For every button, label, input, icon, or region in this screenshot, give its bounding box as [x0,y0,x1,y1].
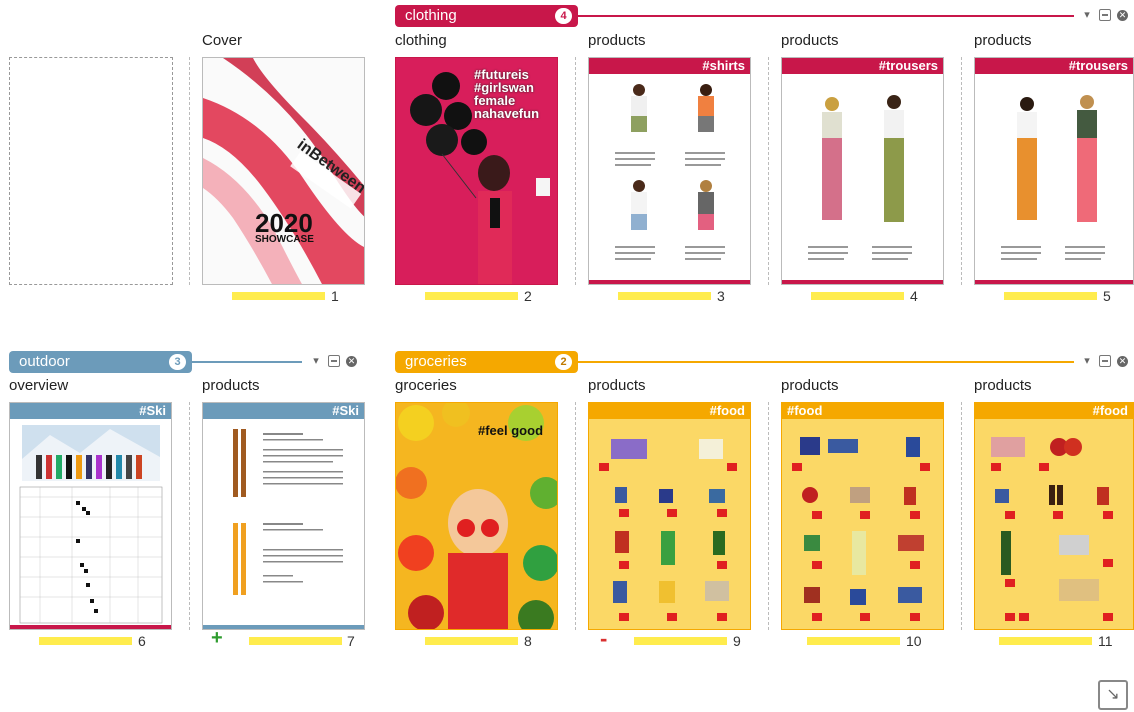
group-label: outdoor [19,353,70,370]
group-controls: ▾ ✕ [310,355,357,367]
page-progress-bar [1004,292,1097,300]
page-label: products [781,32,839,49]
group-line [578,361,1074,363]
food-grid [589,419,750,629]
close-icon[interactable]: ✕ [1117,9,1128,21]
page-number: 7 [347,633,355,649]
page-label: products [974,32,1032,49]
group-controls: ▾ ✕ [1081,355,1128,367]
page-label: products [588,377,646,394]
page-number: 5 [1103,288,1111,304]
group-pill-groceries[interactable]: groceries 2 [395,351,578,373]
shirts-grid [589,84,750,284]
cover-subtitle: SHOWCASE [255,234,314,245]
paint-bucket-icon[interactable]: ▾ [1081,355,1093,367]
expand-icon[interactable]: ↘ [1098,680,1128,710]
page-header-tag: #shirts [589,58,750,74]
page-divider [768,402,769,630]
group-pill-clothing[interactable]: clothing 4 [395,5,578,27]
paint-bucket-icon[interactable]: ▾ [1081,9,1093,21]
page-label: products [781,377,839,394]
group-line [578,15,1074,17]
page-divider [575,57,576,285]
page-number: 10 [906,633,922,649]
page-thumbnail-overview[interactable]: #Ski [9,402,172,630]
page-number: 1 [331,288,339,304]
page-number: 6 [138,633,146,649]
collapse-icon[interactable] [328,355,340,367]
page-thumbnail-products[interactable]: #food [781,402,944,630]
page-progress-bar [232,292,325,300]
group-count-badge: 3 [169,354,186,370]
page-progress-bar [39,637,132,645]
collapse-icon[interactable] [1099,9,1111,21]
page-label: products [974,377,1032,394]
food-grid [782,419,943,629]
page-divider [189,57,190,285]
close-icon[interactable]: ✕ [1117,355,1128,367]
page-number: 2 [524,288,532,304]
page-header-tag: #Ski [203,403,364,419]
page-label: clothing [395,32,447,49]
page-divider [961,402,962,630]
page-progress-bar [249,637,342,645]
page-progress-bar [425,637,518,645]
group-pill-outdoor[interactable]: outdoor 3 [9,351,192,373]
page-thumbnail-cover[interactable]: inBetween 2020 SHOWCASE [202,57,365,285]
paint-bucket-icon[interactable]: ▾ [310,355,322,367]
page-number: 11 [1098,633,1113,649]
page-thumbnail-products[interactable]: #shirts [588,57,751,285]
page-divider [768,57,769,285]
page-header-tag: #Ski [10,403,171,419]
group-label: clothing [405,7,457,24]
page-header-tag: #trousers [782,58,943,74]
page-progress-bar [618,292,711,300]
remove-page-button[interactable]: - [600,626,607,652]
page-header-tag: #food [589,403,750,419]
page-thumbnail-products[interactable]: #trousers [781,57,944,285]
page-progress-bar [999,637,1092,645]
group-label: groceries [405,353,467,370]
page-progress-bar [634,637,727,645]
page-thumbnail-products[interactable]: #trousers [974,57,1134,285]
page-number: 3 [717,288,725,304]
page-label: overview [9,377,69,394]
page-number: 4 [910,288,918,304]
page-label: groceries [395,377,457,394]
group-controls: ▾ ✕ [1081,9,1128,21]
collapse-icon[interactable] [1099,355,1111,367]
page-divider [575,402,576,630]
page-header-tag: #food [975,403,1133,419]
page-divider [961,57,962,285]
page-thumbnail-clothing[interactable]: #futureis #girlswan female nahavefun [395,57,558,285]
ski-products [203,429,364,629]
page-thumbnail-products[interactable]: #Ski [202,402,365,630]
page-number: 8 [524,633,532,649]
page-header-tag: #food [782,403,943,419]
page-progress-bar [811,292,904,300]
groceries-hashtag: #feel good [478,423,544,438]
page-header-tag: #trousers [975,58,1133,74]
ski-overview-table [10,425,171,629]
group-line [192,361,302,363]
page-thumbnail-products[interactable]: #food [974,402,1134,630]
page-thumbnail-products[interactable]: #food [588,402,751,630]
trousers-grid [782,95,943,284]
clothing-hashtags: #futureis #girlswan female nahavefun [474,67,540,121]
page-label: products [588,32,646,49]
close-icon[interactable]: ✕ [346,355,357,367]
page-label: Cover [202,32,243,49]
group-count-badge: 2 [555,354,572,370]
page-progress-bar [807,637,900,645]
page-progress-bar [425,292,518,300]
group-count-badge: 4 [555,8,572,24]
page-divider [189,402,190,630]
add-page-button[interactable]: + [211,627,223,650]
page-label: products [202,377,260,394]
food-grid [975,419,1133,629]
empty-page-slot[interactable] [9,57,173,285]
page-thumbnail-groceries[interactable]: #feel good [395,402,558,630]
page-number: 9 [733,633,741,649]
trousers-grid [975,95,1133,284]
